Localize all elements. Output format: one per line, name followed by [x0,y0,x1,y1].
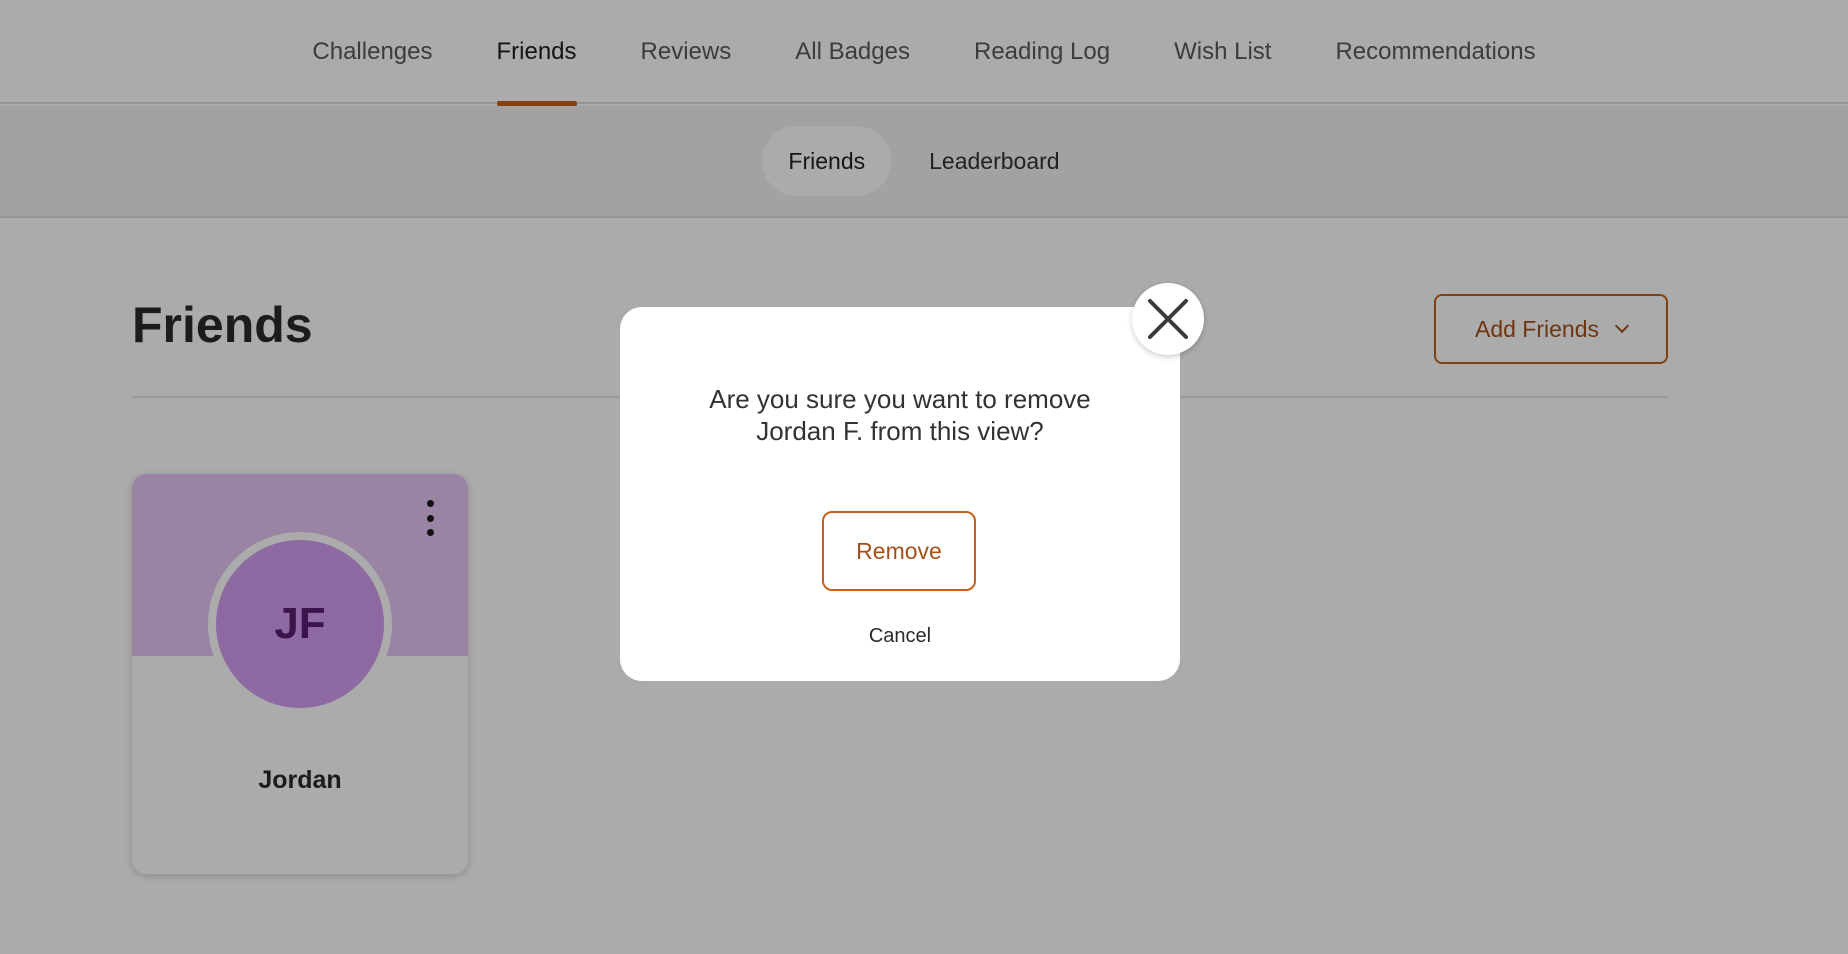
remove-friend-dialog: Are you sure you want to remove Jordan F… [620,307,1180,681]
page: Challenges Friends Reviews All Badges Re… [0,0,1848,954]
close-icon [1148,299,1188,339]
close-dialog-button[interactable] [1132,283,1204,355]
remove-button[interactable]: Remove [822,511,976,591]
dialog-message-line1: Are you sure you want to remove [709,384,1091,414]
dialog-message: Are you sure you want to remove Jordan F… [660,383,1140,447]
cancel-button[interactable]: Cancel [620,625,1180,648]
dialog-message-line2: Jordan F. from this view? [756,416,1044,446]
